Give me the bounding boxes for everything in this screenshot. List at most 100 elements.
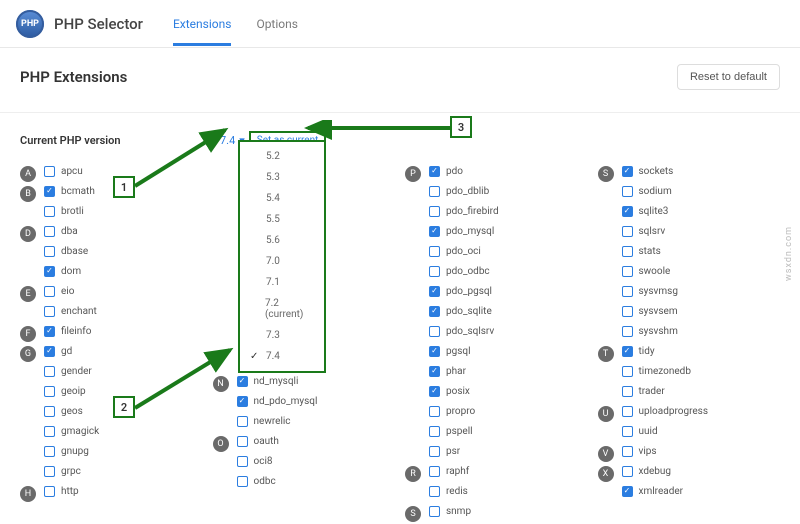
extension-checkbox[interactable] [44,326,55,337]
version-option[interactable]: 5.5 [240,209,324,230]
extension-checkbox[interactable] [429,366,440,377]
extension-item[interactable]: eio [44,284,74,298]
extension-checkbox[interactable] [622,446,633,457]
extension-checkbox[interactable] [622,486,633,497]
extension-item[interactable]: vips [622,444,657,458]
extension-item[interactable]: pdo_firebird [429,204,499,218]
extension-checkbox[interactable] [429,286,440,297]
extension-checkbox[interactable] [622,186,633,197]
extension-checkbox[interactable] [622,326,633,337]
extension-item[interactable]: enchant [44,304,97,318]
extension-item[interactable]: uploadprogress [622,404,709,418]
extension-item[interactable]: sysvmsg [622,284,678,298]
extension-checkbox[interactable] [622,246,633,257]
extension-item[interactable]: swoole [622,264,671,278]
version-option[interactable]: 5.2 [240,146,324,167]
extension-checkbox[interactable] [44,446,55,457]
extension-checkbox[interactable] [429,506,440,517]
version-option[interactable]: 5.4 [240,188,324,209]
extension-checkbox[interactable] [429,306,440,317]
extension-item[interactable]: bcmath [44,184,95,198]
version-option[interactable]: ✓7.4 [240,346,324,367]
extension-item[interactable]: pdo_odbc [429,264,490,278]
extension-item[interactable]: nd_pdo_mysql [237,394,318,408]
extension-checkbox[interactable] [622,266,633,277]
extension-item[interactable]: grpc [44,464,81,478]
extension-checkbox[interactable] [429,446,440,457]
extension-item[interactable]: sockets [622,164,674,178]
extension-item[interactable]: sqlsrv [622,224,666,238]
extension-checkbox[interactable] [429,206,440,217]
extension-checkbox[interactable] [622,306,633,317]
extension-item[interactable]: pdo_dblib [429,184,489,198]
version-option[interactable]: 7.3 [240,325,324,346]
extension-item[interactable]: dom [44,264,81,278]
extension-checkbox[interactable] [429,326,440,337]
version-option[interactable]: 5.3 [240,167,324,188]
extension-item[interactable]: sodium [622,184,672,198]
extension-checkbox[interactable] [237,376,248,387]
extension-checkbox[interactable] [44,166,55,177]
extension-checkbox[interactable] [429,246,440,257]
extension-checkbox[interactable] [44,306,55,317]
extension-item[interactable]: sysvshm [622,324,678,338]
extension-checkbox[interactable] [622,466,633,477]
extension-checkbox[interactable] [237,436,248,447]
extension-checkbox[interactable] [622,366,633,377]
extension-item[interactable]: redis [429,484,468,498]
extension-item[interactable]: oauth [237,434,279,448]
extension-item[interactable]: dbase [44,244,88,258]
extension-checkbox[interactable] [44,346,55,357]
extension-item[interactable]: odbc [237,474,276,488]
extension-checkbox[interactable] [429,186,440,197]
extension-item[interactable]: fileinfo [44,324,91,338]
extension-item[interactable]: gender [44,364,92,378]
extension-item[interactable]: brotli [44,204,84,218]
extension-item[interactable]: snmp [429,504,471,518]
extension-item[interactable]: gmagick [44,424,99,438]
extension-item[interactable]: pdo_sqlite [429,304,492,318]
extension-item[interactable]: phar [429,364,466,378]
extension-item[interactable]: propro [429,404,475,418]
extension-checkbox[interactable] [237,456,248,467]
extension-checkbox[interactable] [429,406,440,417]
version-option[interactable]: 5.6 [240,230,324,251]
extension-item[interactable]: pdo_sqlsrv [429,324,494,338]
extension-item[interactable]: timezonedb [622,364,691,378]
extension-item[interactable]: http [44,484,79,498]
extension-checkbox[interactable] [44,266,55,277]
extension-checkbox[interactable] [44,186,55,197]
extension-item[interactable]: geoip [44,384,86,398]
extension-checkbox[interactable] [44,286,55,297]
extension-item[interactable]: posix [429,384,470,398]
extension-item[interactable]: dba [44,224,78,238]
extension-checkbox[interactable] [44,426,55,437]
extension-checkbox[interactable] [622,286,633,297]
extension-item[interactable]: geos [44,404,83,418]
extension-item[interactable]: stats [622,244,661,258]
extension-checkbox[interactable] [622,226,633,237]
extension-checkbox[interactable] [622,166,633,177]
extension-checkbox[interactable] [44,246,55,257]
extension-item[interactable]: trader [622,384,665,398]
extension-checkbox[interactable] [429,486,440,497]
extension-item[interactable]: pgsql [429,344,471,358]
extension-item[interactable]: raphf [429,464,469,478]
extension-checkbox[interactable] [44,386,55,397]
extension-item[interactable]: pspell [429,424,473,438]
tab-options[interactable]: Options [256,3,298,45]
extension-item[interactable]: pdo [429,164,463,178]
extension-item[interactable]: gnupg [44,444,89,458]
extension-item[interactable]: xdebug [622,464,672,478]
extension-item[interactable]: newrelic [237,414,291,428]
extension-item[interactable]: apcu [44,164,83,178]
extension-checkbox[interactable] [429,226,440,237]
extension-checkbox[interactable] [622,426,633,437]
extension-checkbox[interactable] [44,226,55,237]
extension-item[interactable]: sqlite3 [622,204,669,218]
extension-checkbox[interactable] [44,366,55,377]
version-dropdown-menu[interactable]: 5.25.35.45.55.67.07.17.2 (current)7.3✓7.… [238,140,326,373]
extension-checkbox[interactable] [44,486,55,497]
version-option[interactable]: 7.1 [240,272,324,293]
extension-checkbox[interactable] [429,166,440,177]
